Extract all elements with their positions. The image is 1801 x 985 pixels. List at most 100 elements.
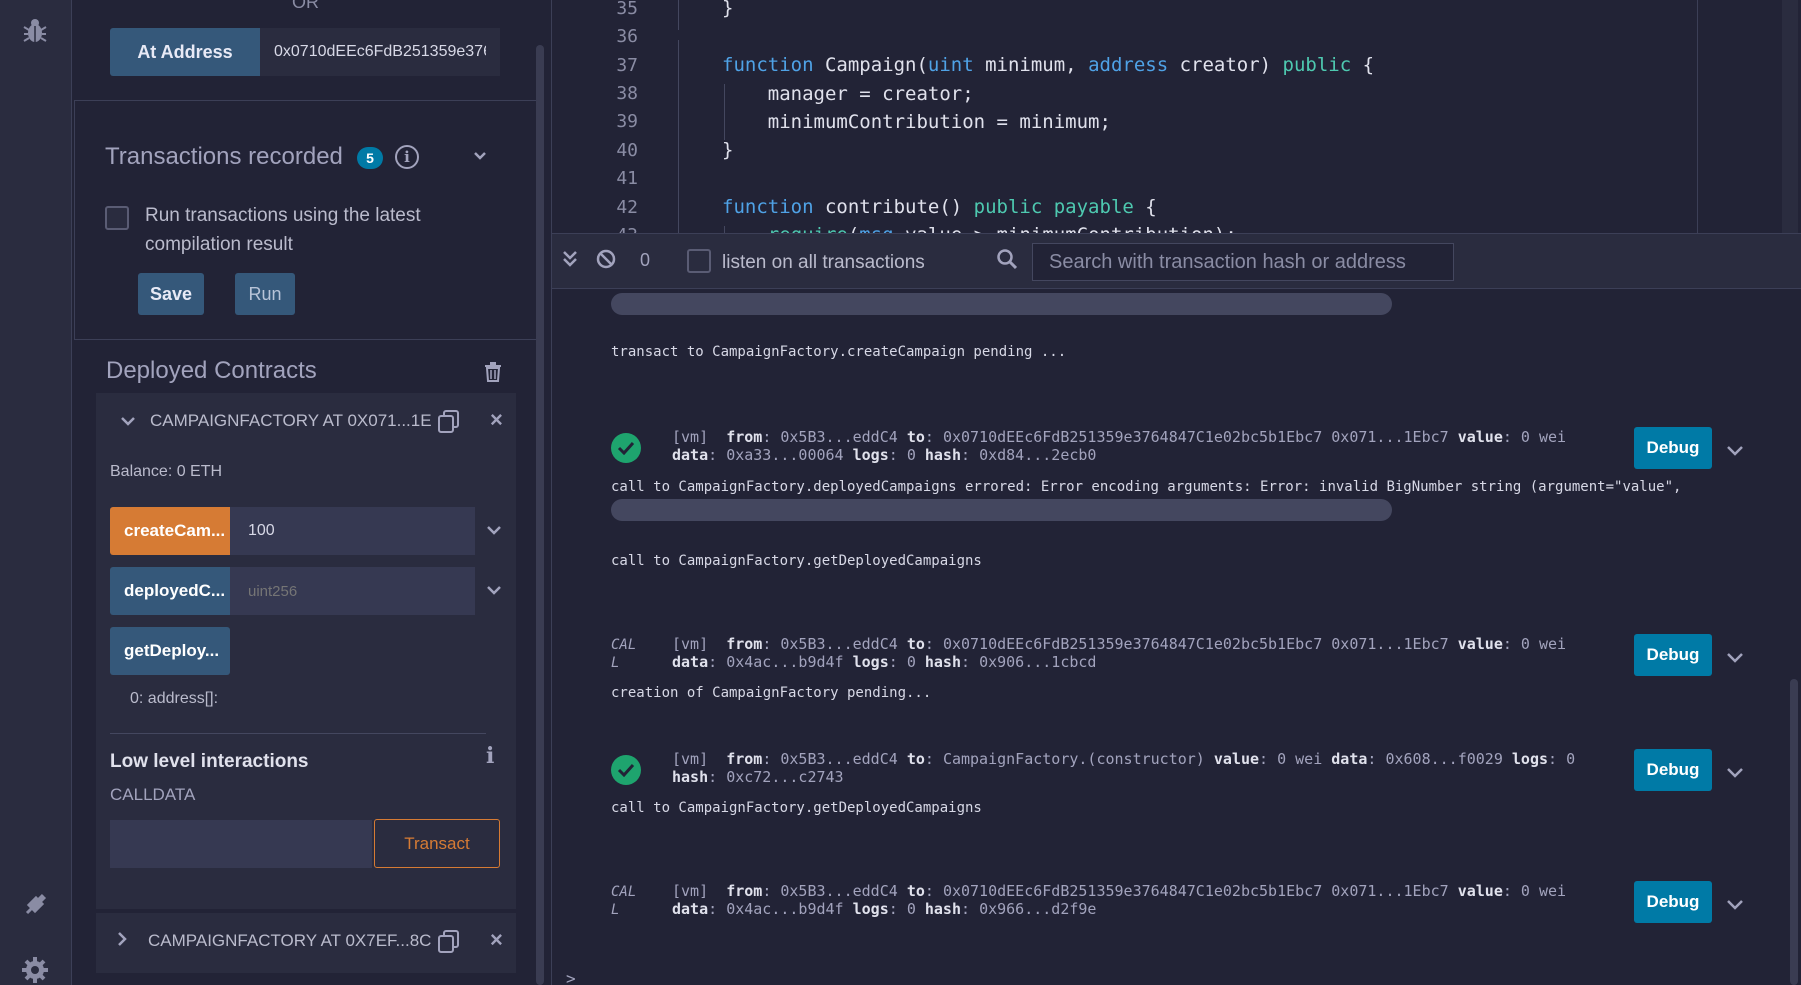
line-number: 35: [616, 0, 638, 19]
run-latest-label: Run transactions using the latest compil…: [145, 205, 421, 255]
chevron-down-icon[interactable]: [1726, 645, 1744, 669]
transaction-detail: [vm] from: 0x5B3...eddC4 to: CampaignFac…: [672, 750, 1576, 786]
log-placeholder-bar: [611, 499, 1392, 521]
copy-icon[interactable]: [438, 930, 460, 954]
close-icon[interactable]: ×: [490, 407, 503, 433]
low-level-interactions-title: Low level interactions: [110, 751, 309, 772]
chevron-down-icon[interactable]: [473, 145, 487, 166]
log-line: creation of CampaignFactory pending...: [611, 685, 932, 701]
transaction-detail: [vm] from: 0x5B3...eddC4 to: 0x0710dEEc6…: [672, 635, 1567, 671]
terminal-scrollbar[interactable]: [1790, 679, 1798, 985]
transaction-detail: [vm] from: 0x5B3...eddC4 to: 0x0710dEEc6…: [672, 428, 1567, 464]
contract-name: CAMPAIGNFACTORY AT 0X071...1E: [150, 411, 432, 430]
at-address-button[interactable]: At Address: [110, 28, 260, 76]
chevron-down-icon[interactable]: [120, 411, 136, 432]
function-row-create-campaign: createCam...: [110, 507, 475, 555]
indent-guide: [678, 0, 679, 30]
success-check-icon: [611, 433, 641, 463]
code-line: require(msg.value > minimumContribution)…: [722, 224, 1237, 233]
editor-scrollbar[interactable]: [1782, 0, 1798, 233]
listen-all-checkbox[interactable]: [687, 249, 711, 273]
create-campaign-input[interactable]: [230, 507, 475, 555]
terminal-toolbar: 0 listen on all transactions: [552, 233, 1801, 289]
code-line: function contribute() public payable {: [722, 196, 1157, 218]
chevron-right-icon[interactable]: [116, 931, 128, 952]
info-icon[interactable]: i: [395, 145, 419, 169]
line-gutter: 35 36 37 38 39 40 41 42 43: [552, 0, 642, 233]
run-latest-checkbox[interactable]: [105, 206, 129, 230]
line-number: 36: [616, 26, 638, 47]
deploy-run-panel: OR At Address Transactions recorded 5 i …: [72, 0, 552, 985]
at-address-input[interactable]: [260, 28, 500, 76]
plug-icon[interactable]: [18, 888, 52, 922]
editor-overview-ruler: [1697, 0, 1698, 233]
debug-button[interactable]: Debug: [1634, 749, 1712, 791]
deployed-contracts-title: Deployed Contracts: [106, 357, 317, 384]
transactions-recorded-section: Transactions recorded 5 i Run transactio…: [74, 100, 538, 340]
calldata-input[interactable]: [110, 820, 372, 868]
transactions-count-badge: 5: [357, 147, 383, 169]
trash-icon[interactable]: [484, 362, 502, 382]
bug-icon[interactable]: [18, 14, 52, 48]
call-label: CAL L: [611, 637, 637, 671]
copy-icon[interactable]: [438, 410, 460, 434]
run-button[interactable]: Run: [235, 273, 295, 315]
log-line: call to CampaignFactory.getDeployedCampa…: [611, 800, 982, 816]
at-address-row: At Address: [110, 28, 500, 76]
terminal-log: transact to CampaignFactory.createCampai…: [552, 289, 1801, 985]
chevron-down-icon[interactable]: [486, 580, 502, 601]
contract-balance: Balance: 0 ETH: [110, 463, 223, 480]
deployed-campaigns-input[interactable]: [230, 567, 475, 615]
code-line: manager = creator;: [722, 83, 974, 105]
remix-ide: OR At Address Transactions recorded 5 i …: [0, 0, 1801, 985]
log-line: transact to CampaignFactory.createCampai…: [611, 344, 1067, 360]
indent-guide: [678, 40, 679, 233]
listen-all-label: listen on all transactions: [722, 252, 925, 273]
create-campaign-button[interactable]: createCam...: [110, 507, 230, 555]
pending-count: 0: [640, 250, 651, 270]
line-number: 37: [616, 55, 638, 76]
line-number: 41: [616, 168, 638, 189]
chevron-down-icon[interactable]: [1726, 892, 1744, 916]
transact-button[interactable]: Transact: [374, 819, 500, 868]
terminal-prompt[interactable]: >: [566, 969, 576, 985]
close-icon[interactable]: ×: [490, 927, 503, 953]
info-icon[interactable]: i: [486, 743, 494, 769]
divider: [110, 733, 486, 734]
line-number: 38: [616, 83, 638, 104]
clear-console-icon[interactable]: [596, 249, 616, 275]
code-line: function Campaign(uint minimum, address …: [722, 54, 1375, 76]
debug-button[interactable]: Debug: [1634, 427, 1712, 469]
icon-sidebar: [0, 0, 72, 985]
chevron-down-icon[interactable]: [1726, 760, 1744, 784]
or-separator: OR: [292, 0, 319, 12]
chevron-down-icon[interactable]: [486, 520, 502, 541]
transaction-search-input[interactable]: [1032, 243, 1454, 281]
chevron-down-icon[interactable]: [1726, 438, 1744, 462]
get-deployed-campaigns-button[interactable]: getDeploy...: [110, 627, 230, 675]
deployed-campaigns-button[interactable]: deployedC...: [110, 567, 230, 615]
panel-scrollbar[interactable]: [536, 45, 544, 985]
code-line: }: [722, 0, 734, 19]
log-line: call to CampaignFactory.getDeployedCampa…: [611, 553, 982, 569]
line-number: 43: [594, 225, 638, 233]
log-line-error: call to CampaignFactory.deployedCampaign…: [611, 479, 1682, 495]
debug-button[interactable]: Debug: [1634, 634, 1712, 676]
log-placeholder-bar: [611, 293, 1392, 315]
double-chevron-down-icon[interactable]: [562, 249, 578, 275]
debug-button[interactable]: Debug: [1634, 881, 1712, 923]
line-number: 42: [616, 197, 638, 218]
deployed-contract-card: CAMPAIGNFACTORY AT 0X7EF...8C ×: [96, 913, 516, 973]
function-row-deployed-campaigns: deployedC...: [110, 567, 475, 615]
function-output: 0: address[]:: [130, 690, 219, 707]
transaction-detail: [vm] from: 0x5B3...eddC4 to: 0x0710dEEc6…: [672, 882, 1567, 918]
call-label: CAL L: [611, 884, 637, 918]
line-number: 40: [616, 140, 638, 161]
gear-icon[interactable]: [18, 953, 52, 985]
calldata-label: CALLDATA: [110, 785, 196, 804]
save-button[interactable]: Save: [138, 273, 204, 315]
code-line: minimumContribution = minimum;: [722, 111, 1111, 133]
function-row-get-deployed: getDeploy...: [110, 627, 230, 675]
code-editor[interactable]: 35 36 37 38 39 40 41 42 43 } function Ca…: [552, 0, 1801, 233]
success-check-icon: [611, 755, 641, 785]
